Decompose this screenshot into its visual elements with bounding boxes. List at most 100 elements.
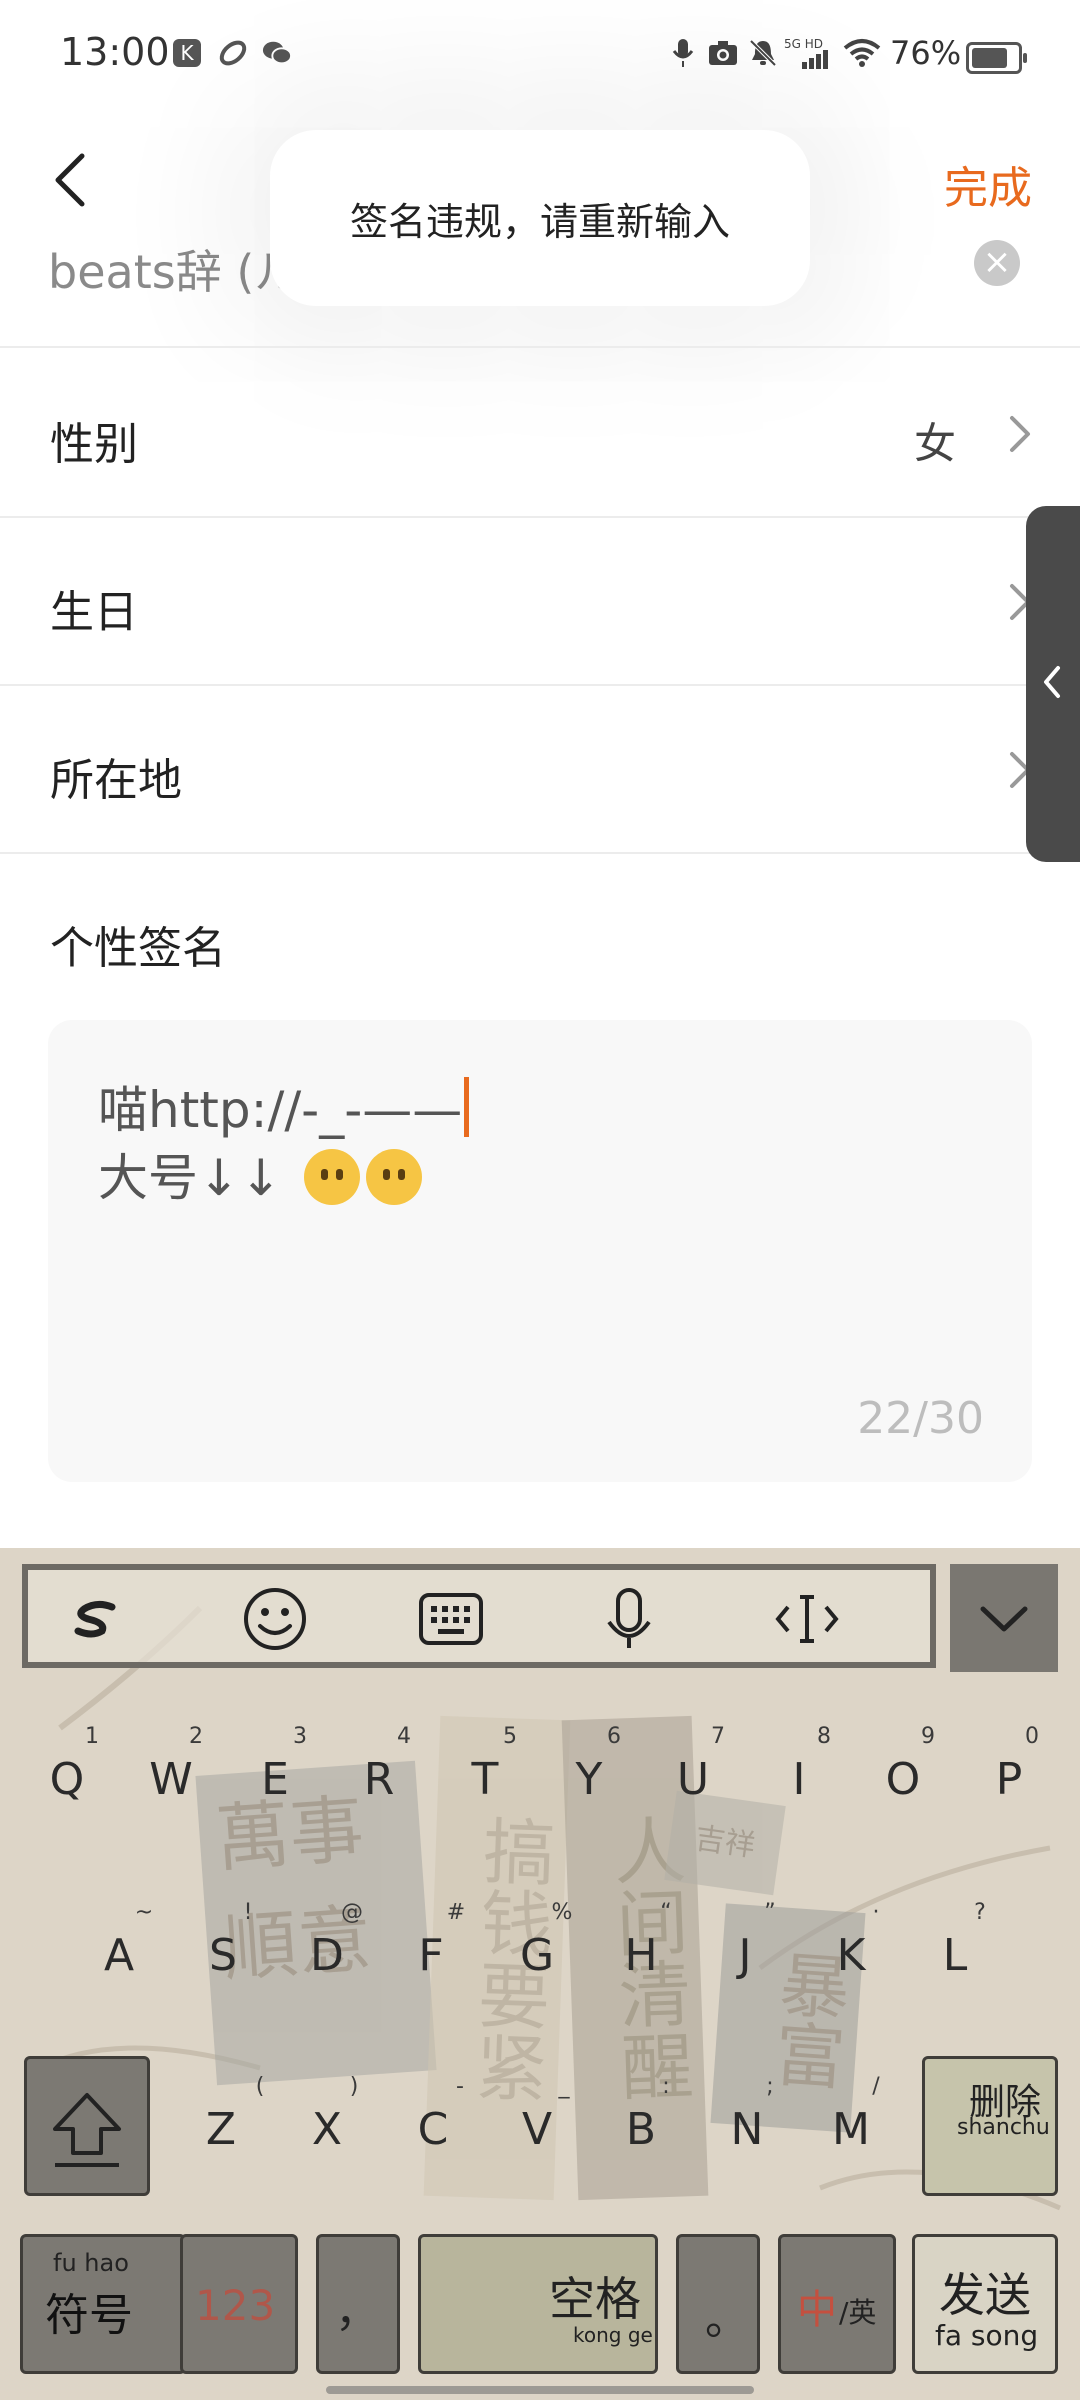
text-cursor — [464, 1077, 470, 1137]
mute-bell-icon — [748, 38, 778, 68]
send-pinyin: fa song — [935, 2319, 1039, 2352]
done-button[interactable]: 完成 — [944, 152, 1032, 216]
key-p[interactable]: P — [974, 1754, 1044, 1805]
collapse-keyboard-button[interactable] — [950, 1564, 1058, 1672]
divider — [0, 346, 1080, 348]
key-sub-dot: · — [872, 1900, 880, 1925]
side-panel-handle[interactable] — [1026, 506, 1080, 862]
key-sub-hash: # — [446, 1900, 466, 1925]
keyboard-toolbar — [22, 1564, 936, 1668]
key-f[interactable]: F — [396, 1930, 466, 1981]
key-sub-5: 5 — [503, 1724, 517, 1749]
location-label: 所在地 — [50, 755, 182, 806]
shift-key[interactable] — [24, 2056, 150, 2196]
key-sub-lquote: “ — [660, 1900, 672, 1925]
network-label: 5G HD — [784, 37, 823, 51]
signature-line2: 大号↓↓ — [98, 1138, 422, 1210]
chevron-left-icon — [55, 153, 85, 207]
number-label: 123 — [195, 2281, 276, 2330]
link-app-icon — [218, 38, 248, 68]
key-k[interactable]: K — [816, 1930, 886, 1981]
chevron-down-icon — [980, 1606, 1028, 1632]
key-m[interactable]: M — [816, 2104, 886, 2155]
toast-message: 签名违规，请重新输入 — [270, 130, 810, 306]
key-sub-percent: % — [551, 1900, 573, 1925]
mic-icon — [668, 38, 698, 68]
language-switch-key[interactable]: 中 /英 — [778, 2234, 896, 2374]
delete-key[interactable]: 删除 shanchu — [922, 2056, 1058, 2196]
wifi-icon — [842, 38, 882, 68]
battery-percent: 76% — [890, 34, 962, 72]
wechat-icon — [262, 38, 292, 68]
key-n[interactable]: N — [712, 2104, 782, 2155]
key-l[interactable]: L — [920, 1930, 990, 1981]
key-o[interactable]: O — [868, 1754, 938, 1805]
period-key[interactable]: 。 — [676, 2234, 760, 2374]
number-key[interactable]: 123 — [180, 2234, 298, 2374]
key-x[interactable]: X — [292, 2104, 362, 2155]
symbol-key[interactable]: fu hao 符号 — [20, 2234, 186, 2374]
signature-text-1: 喵http://-_-—— — [98, 1081, 463, 1139]
key-sub-0: 0 — [1025, 1724, 1039, 1749]
home-indicator[interactable] — [326, 2386, 754, 2394]
period-label: 。 — [705, 2294, 749, 2345]
sogou-logo-icon[interactable] — [62, 1584, 132, 1654]
symbol-label: 符号 — [45, 2290, 133, 2341]
k-app-icon: K — [172, 38, 202, 68]
key-s[interactable]: S — [188, 1930, 258, 1981]
delete-pinyin: shanchu — [957, 2115, 1050, 2140]
key-h[interactable]: H — [606, 1930, 676, 1981]
emoji-face-icon[interactable] — [240, 1584, 310, 1654]
lang-zh-label: 中 — [797, 2287, 837, 2333]
gender-value: 女 — [914, 419, 957, 468]
signature-textarea[interactable]: 喵http://-_-—— 大号↓↓ 22/30 — [48, 1020, 1032, 1482]
key-sub-question: ? — [974, 1900, 986, 1925]
key-e[interactable]: E — [240, 1754, 310, 1805]
key-i[interactable]: I — [764, 1754, 834, 1805]
cursor-move-icon[interactable] — [772, 1584, 842, 1654]
send-key[interactable]: 发送 fa song — [912, 2234, 1058, 2374]
signature-line1: 喵http://-_-—— — [98, 1070, 470, 1142]
microphone-icon[interactable] — [594, 1584, 664, 1654]
key-sub-rquote: ” — [764, 1900, 776, 1925]
key-b[interactable]: B — [606, 2104, 676, 2155]
symbol-pinyin: fu hao — [53, 2249, 129, 2277]
key-y[interactable]: Y — [554, 1754, 624, 1805]
chevron-left-icon — [1044, 666, 1060, 698]
back-button[interactable] — [50, 150, 90, 210]
space-label: 空格 — [549, 2272, 641, 2326]
gender-label: 性别 — [50, 419, 138, 470]
key-u[interactable]: U — [658, 1754, 728, 1805]
signature-text-2: 大号↓↓ — [98, 1149, 282, 1207]
comma-key[interactable]: ， — [316, 2234, 400, 2374]
birthday-label: 生日 — [50, 587, 138, 638]
key-r[interactable]: R — [344, 1754, 414, 1805]
key-sub-exclaim: ! — [243, 1900, 253, 1925]
key-sub-4: 4 — [397, 1724, 411, 1749]
key-c[interactable]: C — [398, 2104, 468, 2155]
key-a[interactable]: A — [84, 1930, 154, 1981]
camera-icon — [708, 38, 738, 68]
clear-icon[interactable]: × — [974, 240, 1020, 286]
key-t[interactable]: T — [450, 1754, 520, 1805]
divider — [0, 852, 1080, 854]
send-label: 发送 — [939, 2268, 1031, 2322]
key-j[interactable]: J — [710, 1930, 780, 1981]
nickname-input[interactable]: beats辞 (ル — [48, 236, 300, 302]
space-pinyin: kong ge — [573, 2323, 653, 2347]
signal-5g-icon: 5G HD — [784, 37, 834, 69]
key-sub-colon: : — [662, 2074, 670, 2099]
key-q[interactable]: Q — [32, 1754, 102, 1805]
keyboard-icon[interactable] — [416, 1584, 486, 1654]
key-sub-6: 6 — [607, 1724, 621, 1749]
key-w[interactable]: W — [136, 1754, 206, 1805]
space-key[interactable]: 空格 kong ge — [418, 2234, 658, 2374]
key-sub-2: 2 — [189, 1724, 203, 1749]
key-g[interactable]: G — [502, 1930, 572, 1981]
shift-arrow-icon — [53, 2093, 121, 2167]
signature-title: 个性签名 — [50, 923, 226, 974]
key-sub-at: @ — [341, 1900, 363, 1925]
key-z[interactable]: Z — [186, 2104, 256, 2155]
key-d[interactable]: D — [292, 1930, 362, 1981]
key-v[interactable]: V — [502, 2104, 572, 2155]
